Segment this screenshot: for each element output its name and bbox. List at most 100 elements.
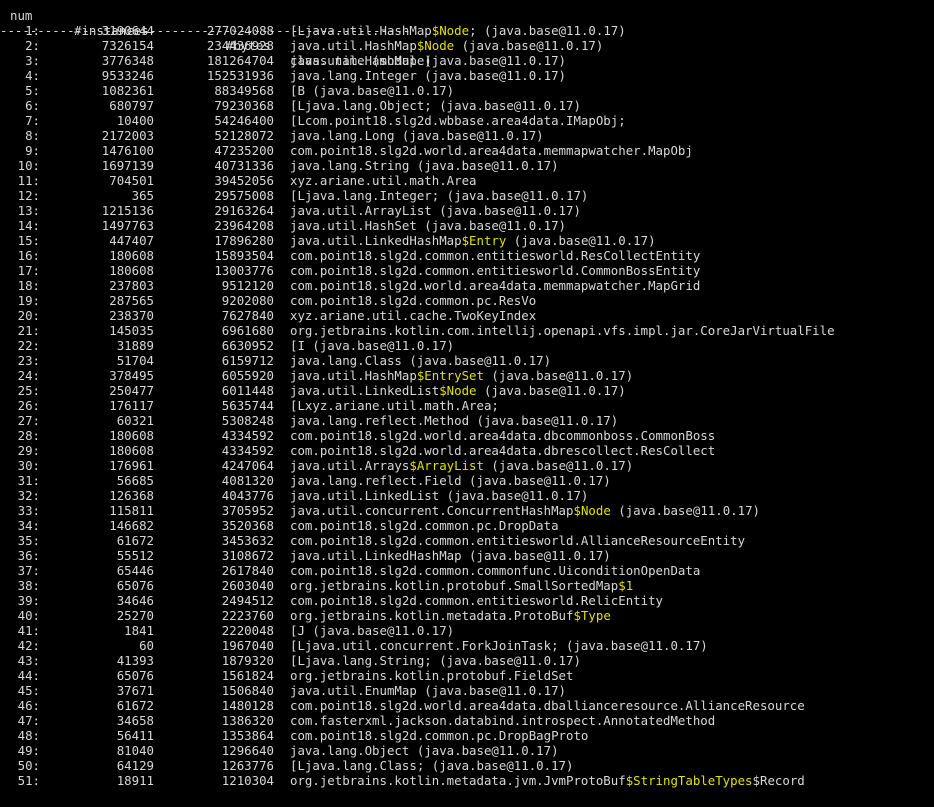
- class-inner-suffix: $Node: [416, 38, 455, 53]
- separator-row: ----------------------------------------…: [0, 8, 934, 38]
- table-row: 9: 1476100 47235200 com.point18.slg2d.world…: [0, 143, 934, 158]
- row-instances: 1841: [124, 623, 154, 638]
- table-row: 38: 65076 2603040 org.jetbrains.kotlin.prot…: [0, 578, 934, 593]
- row-class-name: [Ljava.lang.String; (java.base@11.0.17): [290, 653, 581, 668]
- class-name-part: org.jetbrains.kotlin.com.intellij.openap…: [290, 323, 835, 338]
- row-num: 24:: [17, 368, 40, 383]
- row-class-name: [Lxyz.ariane.util.math.Area;: [290, 398, 499, 413]
- class-name-part: org.jetbrains.kotlin.metadata.jvm.JvmPro…: [290, 773, 626, 788]
- class-inner-suffix: $Entry: [461, 233, 507, 248]
- class-name-part: com.point18.slg2d.world.area4data.memmap…: [290, 143, 693, 158]
- row-bytes: 1263776: [221, 758, 274, 773]
- row-bytes: 6630952: [221, 338, 274, 353]
- class-name-part: java.lang.Long (java.base@11.0.17): [290, 128, 544, 143]
- row-num: 34:: [17, 518, 40, 533]
- row-instances: 31889: [116, 338, 154, 353]
- row-class-name: [B (java.base@11.0.17): [290, 83, 454, 98]
- table-row: 20: 238370 7627840 xyz.ariane.util.cache.Tw…: [0, 308, 934, 323]
- row-instances: 1497763: [101, 218, 154, 233]
- class-name-part: [Ljava.util.HashMap: [290, 23, 432, 38]
- row-class-name: com.point18.slg2d.common.entitiesworld.A…: [290, 533, 745, 548]
- row-num: 22:: [17, 338, 40, 353]
- table-row: 2: 7326154 234436928 java.util.HashMap$Node…: [0, 38, 934, 53]
- class-name-part: java.util.ArrayList (java.base@11.0.17): [290, 203, 581, 218]
- row-instances: 41393: [116, 653, 154, 668]
- row-num: 49:: [17, 743, 40, 758]
- row-instances: 51704: [116, 353, 154, 368]
- class-name-part: com.point18.slg2d.common.pc.ResVo: [290, 293, 537, 308]
- row-bytes: 1353864: [221, 728, 274, 743]
- table-row: 42: 60 1967040 [Ljava.util.concurrent.ForkJ…: [0, 638, 934, 653]
- class-name-part: [B (java.base@11.0.17): [290, 83, 455, 98]
- table-row: 29: 180608 4334592 com.point18.slg2d.world.…: [0, 443, 934, 458]
- class-name-part: $Record: [752, 773, 805, 788]
- table-row: 6: 680797 79230368 [Ljava.lang.Object; (jav…: [0, 98, 934, 113]
- row-class-name: java.lang.reflect.Field (java.base@11.0.…: [290, 473, 611, 488]
- row-num: 19:: [17, 293, 40, 308]
- table-row: 26: 176117 5635744 [Lxyz.ariane.util.math.A…: [0, 398, 934, 413]
- class-name-part: java.util.HashMap: [290, 38, 417, 53]
- row-instances: 146682: [109, 518, 154, 533]
- row-bytes: 3705952: [221, 503, 274, 518]
- class-name-part: java.lang.reflect.Method (java.base@11.0…: [290, 413, 619, 428]
- row-bytes: 2223760: [221, 608, 274, 623]
- row-num: 18:: [17, 278, 40, 293]
- row-instances: 65076: [116, 578, 154, 593]
- class-name-part: (java.base@11.0.17): [454, 38, 604, 53]
- row-num: 6:: [25, 98, 40, 113]
- row-bytes: 13003776: [214, 263, 274, 278]
- row-num: 3:: [25, 53, 40, 68]
- class-name-part: com.point18.slg2d.common.pc.DropData: [290, 518, 559, 533]
- class-inner-suffix: $Node: [573, 503, 611, 518]
- row-instances: 60: [139, 638, 154, 653]
- row-num: 50:: [17, 758, 40, 773]
- row-bytes: 3108672: [221, 548, 274, 563]
- row-instances: 680797: [109, 98, 154, 113]
- row-class-name: java.lang.Class (java.base@11.0.17): [290, 353, 551, 368]
- row-bytes: 29163264: [214, 203, 274, 218]
- row-class-name: org.jetbrains.kotlin.metadata.ProtoBuf$T…: [290, 608, 611, 623]
- row-bytes: 2220048: [221, 623, 274, 638]
- class-name-part: (java.base@11.0.17): [483, 458, 634, 473]
- row-instances: 9533246: [101, 68, 154, 83]
- histogram-rows: 1: 3190644 277024088 [Ljava.util.HashMap$No…: [0, 23, 934, 788]
- row-class-name: [Ljava.lang.Object; (java.base@11.0.17): [290, 98, 581, 113]
- class-name-part: com.point18.slg2d.common.entitiesworld.R…: [290, 593, 663, 608]
- table-row: 19: 287565 9202080 com.point18.slg2d.common…: [0, 293, 934, 308]
- table-row: 23: 51704 6159712 java.lang.Class (java.bas…: [0, 353, 934, 368]
- row-class-name: com.point18.slg2d.world.area4data.dballi…: [290, 698, 805, 713]
- row-num: 5:: [25, 83, 40, 98]
- row-instances: 180608: [109, 443, 154, 458]
- row-num: 29:: [17, 443, 40, 458]
- class-name-part: com.point18.slg2d.world.area4data.dballi…: [290, 698, 805, 713]
- class-name-part: java.util.Arrays: [290, 458, 410, 473]
- row-instances: 61672: [116, 533, 154, 548]
- class-name-part: java.lang.Integer (java.base@11.0.17): [290, 68, 567, 83]
- row-class-name: java.lang.Long (java.base@11.0.17): [290, 128, 544, 143]
- row-class-name: com.point18.slg2d.world.area4data.dbcomm…: [290, 428, 715, 443]
- table-row: 16: 180608 15893504 com.point18.slg2d.commo…: [0, 248, 934, 263]
- row-num: 28:: [17, 428, 40, 443]
- class-name-part: java.util.LinkedList (java.base@11.0.17): [290, 488, 589, 503]
- row-instances: 704501: [109, 173, 154, 188]
- row-class-name: com.point18.slg2d.common.pc.DropData: [290, 518, 559, 533]
- table-row: 28: 180608 4334592 com.point18.slg2d.world.…: [0, 428, 934, 443]
- table-row: 44: 65076 1561824 org.jetbrains.kotlin.prot…: [0, 668, 934, 683]
- row-class-name: com.point18.slg2d.common.entitiesworld.R…: [290, 593, 663, 608]
- table-row: 31: 56685 4081320 java.lang.reflect.Field (…: [0, 473, 934, 488]
- row-instances: 145035: [109, 323, 154, 338]
- row-class-name: java.lang.reflect.Method (java.base@11.0…: [290, 413, 618, 428]
- class-name-part: [J (java.base@11.0.17): [290, 623, 455, 638]
- class-name-part: [Ljava.lang.Class; (java.base@11.0.17): [290, 758, 574, 773]
- class-name-part: java.lang.Class (java.base@11.0.17): [290, 353, 552, 368]
- row-bytes: 15893504: [214, 248, 274, 263]
- row-bytes: 4334592: [221, 428, 274, 443]
- row-class-name: java.util.LinkedHashMap (java.base@11.0.…: [290, 548, 611, 563]
- row-class-name: com.point18.slg2d.common.commonfunc.Uico…: [290, 563, 700, 578]
- table-row: 37: 65446 2617840 com.point18.slg2d.common.…: [0, 563, 934, 578]
- row-class-name: org.jetbrains.kotlin.com.intellij.openap…: [290, 323, 835, 338]
- table-row: 45: 37671 1506840 java.util.EnumMap (java.b…: [0, 683, 934, 698]
- class-name-part: (java.base@11.0.17): [610, 503, 760, 518]
- row-instances: 378495: [109, 368, 154, 383]
- class-name-part: com.fasterxml.jackson.databind.introspec…: [290, 713, 716, 728]
